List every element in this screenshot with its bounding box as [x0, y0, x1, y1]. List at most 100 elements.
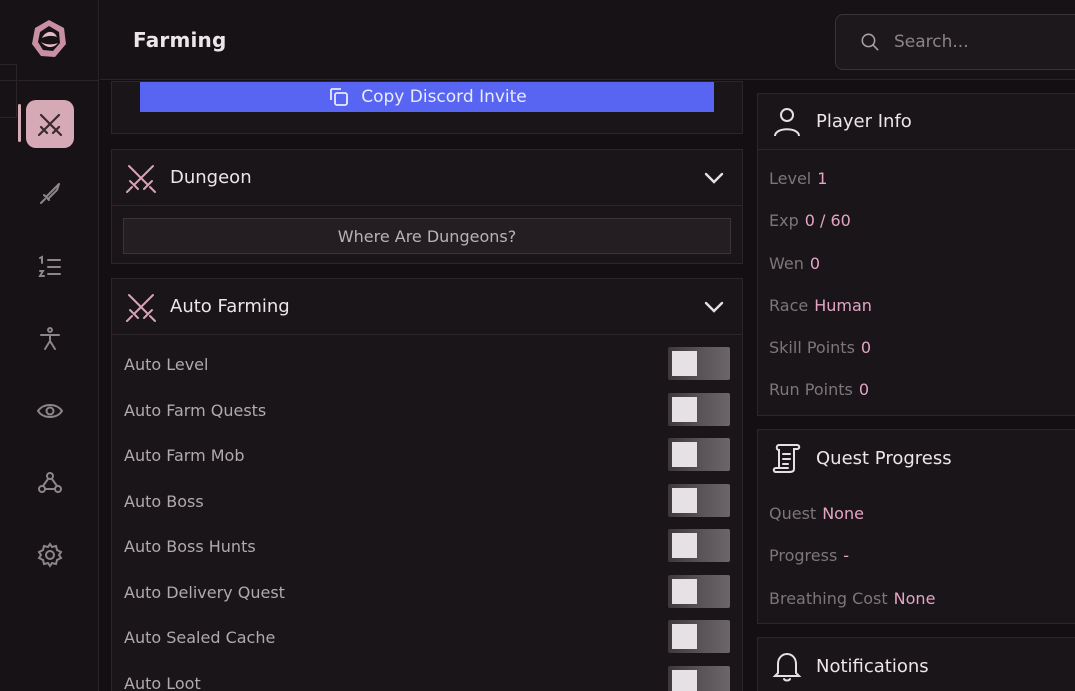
toggle-row-auto-level: Auto Level — [124, 347, 730, 381]
sidebar-item-visuals[interactable] — [26, 387, 74, 435]
info-row-progress: Progress - — [769, 546, 849, 565]
info-label: Run Points — [769, 380, 853, 399]
auto-farm-quests-toggle[interactable] — [668, 393, 730, 426]
info-value: 0 — [858, 380, 870, 399]
chevron-down-icon[interactable] — [702, 166, 726, 190]
info-value: 0 — [860, 338, 872, 357]
info-value: None — [822, 504, 864, 523]
info-label: Skill Points — [769, 338, 855, 357]
info-row-run-points: Run Points 0 — [769, 380, 869, 399]
user-icon — [770, 105, 804, 139]
info-label: Exp — [769, 211, 799, 230]
toggle-label: Auto Boss — [124, 491, 204, 511]
toggle-knob — [672, 670, 697, 691]
info-row-exp: Exp 0 / 60 — [769, 211, 851, 230]
info-row-level: Level 1 — [769, 169, 827, 188]
player-info-title: Player Info — [816, 111, 912, 132]
toggle-label: Auto Level — [124, 354, 209, 374]
where-are-dungeons-button[interactable]: Where Are Dungeons? — [123, 218, 731, 254]
copy-icon — [330, 88, 349, 106]
auto-farming-title: Auto Farming — [170, 296, 290, 317]
top-bar: Farming — [100, 0, 1075, 80]
scroll-icon — [770, 441, 804, 475]
toggle-row-auto-sealed-cache: Auto Sealed Cache — [124, 620, 730, 654]
sidebar-collapse-handle[interactable] — [0, 64, 17, 118]
player-info-header: Player Info — [758, 94, 1075, 150]
quest-progress-card: Quest Progress Quest None Progress - Breat… — [757, 429, 1075, 624]
info-row-quest: Quest None — [769, 504, 864, 523]
info-label: Race — [769, 296, 809, 315]
auto-level-toggle[interactable] — [668, 347, 730, 380]
numbered-list-icon — [38, 255, 61, 277]
active-indicator — [18, 104, 21, 142]
crossed-swords-icon — [124, 161, 158, 195]
sidebar-item-webhook[interactable] — [26, 459, 74, 507]
quest-progress-header: Quest Progress — [758, 430, 1075, 486]
info-label: Progress — [769, 546, 838, 565]
sidebar-item-combat[interactable] — [26, 170, 74, 218]
page-title: Farming — [133, 28, 227, 52]
auto-sealed-cache-toggle[interactable] — [668, 620, 730, 653]
toggle-knob — [672, 533, 697, 558]
sidebar-item-player[interactable] — [26, 315, 74, 363]
toggle-label: Auto Farm Quests — [124, 400, 267, 420]
toggle-knob — [672, 351, 697, 376]
dungeon-header[interactable]: Dungeon — [112, 150, 742, 206]
quest-progress-title: Quest Progress — [816, 447, 952, 469]
toggle-knob — [672, 397, 697, 422]
toggle-label: Auto Sealed Cache — [124, 627, 276, 647]
toggle-row-auto-delivery-quest: Auto Delivery Quest — [124, 575, 730, 609]
info-value: 0 / 60 — [804, 211, 851, 230]
notifications-card: Notifications — [757, 637, 1075, 691]
toggle-label: Auto Loot — [124, 673, 201, 691]
notifications-title: Notifications — [816, 655, 929, 677]
auto-loot-toggle[interactable] — [668, 666, 730, 691]
info-value: - — [843, 546, 850, 565]
sidebar-item-settings[interactable] — [26, 531, 74, 579]
toggle-knob — [672, 579, 697, 604]
toggle-label: Auto Farm Mob — [124, 445, 245, 465]
sidebar-item-farming[interactable] — [26, 100, 74, 148]
info-label: Quest — [769, 504, 817, 523]
crossed-swords-icon — [37, 113, 63, 137]
dungeon-title: Dungeon — [170, 167, 252, 188]
search-box[interactable] — [835, 14, 1075, 70]
info-label: Wen — [769, 254, 804, 273]
info-row-wen: Wen 0 — [769, 254, 820, 273]
chevron-down-icon[interactable] — [702, 295, 726, 319]
auto-boss-toggle[interactable] — [668, 484, 730, 517]
toggle-row-auto-boss: Auto Boss — [124, 484, 730, 518]
auto-delivery-quest-toggle[interactable] — [668, 575, 730, 608]
toggle-label: Auto Boss Hunts — [124, 536, 256, 556]
toggle-row-auto-farm-mob: Auto Farm Mob — [124, 438, 730, 472]
eye-icon — [36, 404, 64, 418]
app-logo-icon — [28, 18, 70, 60]
toggle-row-auto-farm-quests: Auto Farm Quests — [124, 393, 730, 427]
dungeon-card: Dungeon Where Are Dungeons? — [111, 149, 743, 264]
notifications-header: Notifications — [758, 638, 1075, 691]
info-row-breathing-cost: Breathing Cost None — [769, 589, 935, 608]
info-value: Human — [814, 296, 872, 315]
toggle-knob — [672, 624, 697, 649]
copy-discord-invite-label: Copy Discord Invite — [361, 87, 527, 107]
crossed-swords-icon — [124, 290, 158, 324]
player-info-card: Player Info Level 1 Exp 0 / 60 Wen 0 Race Hu… — [757, 93, 1075, 416]
auto-boss-hunts-toggle[interactable] — [668, 529, 730, 562]
sidebar — [0, 0, 99, 691]
info-value: None — [893, 589, 936, 608]
info-value: 1 — [817, 169, 828, 188]
auto-farming-card: Auto Farming Auto Level Auto Farm Quests… — [111, 278, 743, 691]
discord-card: Copy Discord Invite — [111, 81, 743, 134]
auto-farming-header[interactable]: Auto Farming — [112, 279, 742, 335]
webhook-icon — [38, 472, 62, 493]
search-input[interactable] — [894, 32, 1075, 52]
bell-icon — [770, 649, 804, 683]
auto-farm-mob-toggle[interactable] — [668, 438, 730, 471]
toggle-row-auto-boss-hunts: Auto Boss Hunts — [124, 529, 730, 563]
person-icon — [40, 327, 60, 350]
info-label: Breathing Cost — [769, 589, 888, 608]
toggle-row-auto-loot: Auto Loot — [124, 666, 730, 691]
toggle-knob — [672, 488, 697, 513]
copy-discord-invite-button[interactable]: Copy Discord Invite — [140, 82, 714, 112]
sidebar-item-list[interactable] — [26, 243, 74, 291]
